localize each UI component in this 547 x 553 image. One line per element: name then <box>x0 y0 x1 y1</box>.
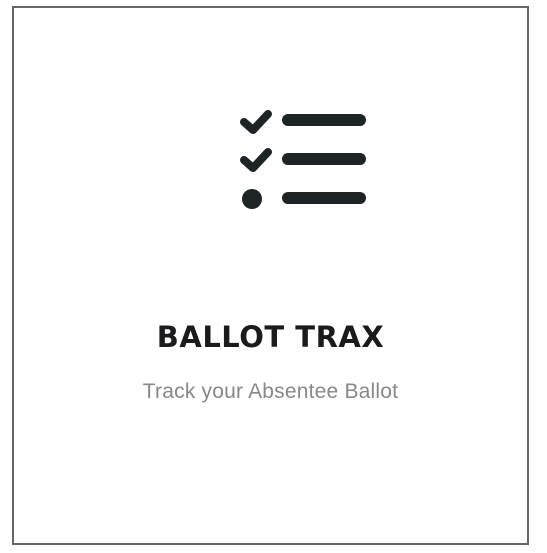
card-subtitle: Track your Absentee Ballot <box>142 380 399 403</box>
checklist-icon <box>240 110 366 209</box>
card-title: BALLOT TRAX <box>156 320 385 354</box>
ballot-trax-card[interactable]: BALLOT TRAX Track your Absentee Ballot <box>12 6 529 545</box>
